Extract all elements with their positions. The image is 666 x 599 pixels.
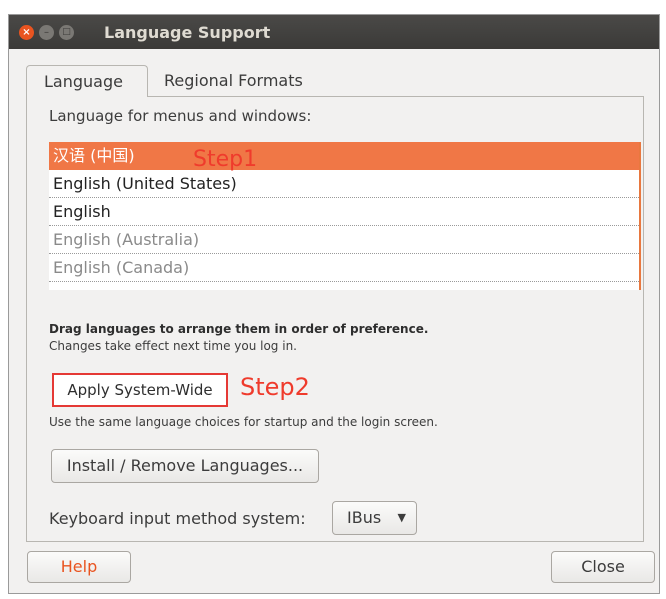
tab-language[interactable]: Language <box>26 65 148 97</box>
title-bar: × – □ Language Support <box>9 15 659 49</box>
language-item-english-canada[interactable]: English (Canada) <box>49 254 639 282</box>
language-item-english[interactable]: English <box>49 198 639 226</box>
tab-regional-formats[interactable]: Regional Formats <box>164 65 344 97</box>
language-panel: Language for menus and windows: 汉语 (中国) … <box>26 96 644 542</box>
keyboard-input-value: IBus <box>347 508 382 527</box>
window-minimize-icon[interactable]: – <box>39 25 54 40</box>
drag-hint: Drag languages to arrange them in order … <box>49 322 429 336</box>
help-button[interactable]: Help <box>27 551 131 583</box>
drag-subhint: Changes take effect next time you log in… <box>49 339 297 353</box>
window-maximize-icon[interactable]: □ <box>59 25 74 40</box>
language-list[interactable]: 汉语 (中国) English (United States) English … <box>49 142 641 290</box>
apply-description: Use the same language choices for startu… <box>49 415 438 429</box>
keyboard-input-label: Keyboard input method system: <box>49 509 306 528</box>
window-close-icon[interactable]: × <box>19 25 34 40</box>
language-list-heading: Language for menus and windows: <box>49 107 312 125</box>
step1-annotation: Step1 <box>193 147 258 172</box>
language-item-english-us[interactable]: English (United States) <box>49 170 639 198</box>
keyboard-input-select[interactable]: IBus ▼ <box>332 501 417 535</box>
chevron-down-icon: ▼ <box>397 511 406 524</box>
language-item-english-australia[interactable]: English (Australia) <box>49 226 639 254</box>
install-remove-languages-button[interactable]: Install / Remove Languages... <box>51 449 319 483</box>
apply-system-wide-button[interactable]: Apply System-Wide <box>52 373 228 407</box>
window-title: Language Support <box>104 23 271 42</box>
step2-annotation: Step2 <box>240 373 310 401</box>
close-button[interactable]: Close <box>551 551 655 583</box>
language-support-window: × – □ Language Support Language Regional… <box>8 14 660 594</box>
language-item-chinese[interactable]: 汉语 (中国) <box>49 142 639 170</box>
